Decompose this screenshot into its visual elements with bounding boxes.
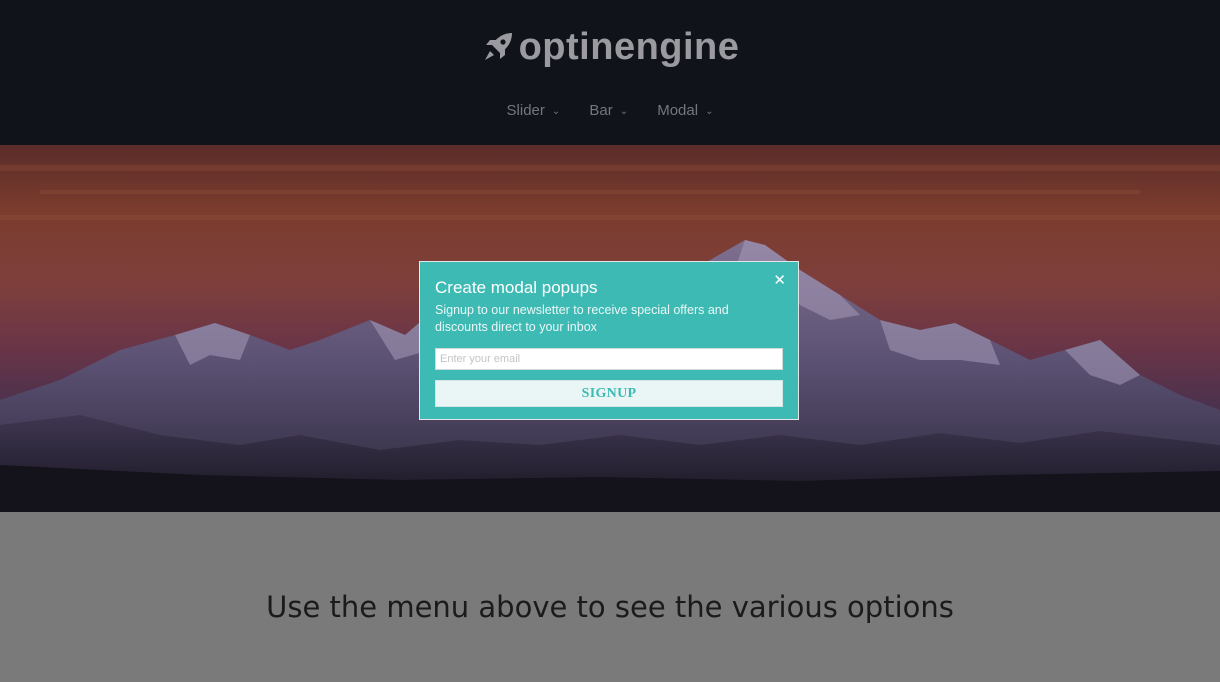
nav-item-label: Modal (657, 102, 699, 119)
logo-text: optinengine (518, 26, 740, 68)
signup-button[interactable]: SIGNUP (435, 380, 783, 407)
main-content: Use the menu above to see the various op… (0, 512, 1220, 682)
modal-description: Signup to our newsletter to receive spec… (435, 303, 729, 334)
nav-item-modal[interactable]: Modal ⌄ (657, 102, 713, 119)
nav-item-label: Bar (589, 102, 613, 119)
nav-item-bar[interactable]: Bar ⌄ (589, 102, 628, 119)
logo-link[interactable]: optinengine (481, 28, 740, 66)
content-heading: Use the menu above to see the various op… (266, 590, 954, 624)
chevron-down-icon: ⌄ (619, 106, 629, 117)
main-nav: Slider ⌄ Bar ⌄ Modal ⌄ (0, 100, 1220, 119)
chevron-down-icon: ⌄ (551, 106, 561, 117)
nav-item-slider[interactable]: Slider ⌄ (507, 102, 561, 119)
chevron-down-icon: ⌄ (705, 106, 714, 117)
email-field[interactable] (435, 348, 783, 370)
nav-item-label: Slider (506, 102, 545, 119)
logo[interactable]: optinengine (0, 28, 1220, 68)
rocket-icon (484, 33, 512, 60)
site-header: optinengine Slider ⌄ Bar ⌄ Modal ⌄ (0, 0, 1220, 145)
modal-title: Create modal popups (435, 278, 598, 297)
modal-popup: ✕ Create modal popups Signup to our news… (419, 261, 799, 420)
close-icon[interactable]: ✕ (773, 271, 786, 289)
